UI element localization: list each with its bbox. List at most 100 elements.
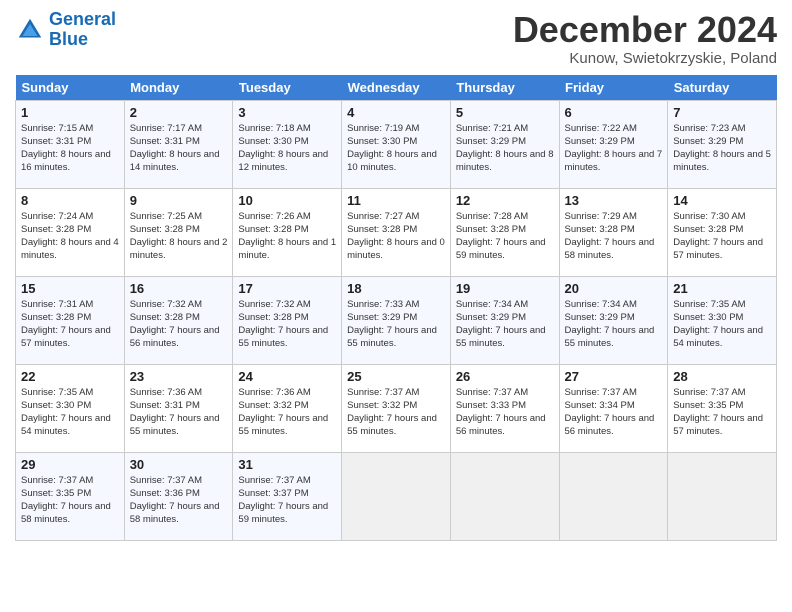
day-info: Sunrise: 7:27 AMSunset: 3:28 PMDaylight:…	[347, 211, 445, 262]
month-title: December 2024	[513, 10, 777, 50]
weekday-header-thursday: Thursday	[450, 75, 559, 101]
day-info: Sunrise: 7:36 AMSunset: 3:31 PMDaylight:…	[130, 387, 220, 438]
calendar-cell: 28 Sunrise: 7:37 AMSunset: 3:35 PMDaylig…	[668, 364, 777, 452]
calendar-header: SundayMondayTuesdayWednesdayThursdayFrid…	[16, 75, 777, 101]
calendar-cell: 18 Sunrise: 7:33 AMSunset: 3:29 PMDaylig…	[342, 276, 451, 364]
day-number: 9	[130, 193, 228, 208]
calendar-cell: 3 Sunrise: 7:18 AMSunset: 3:30 PMDayligh…	[233, 100, 342, 188]
calendar-cell: 27 Sunrise: 7:37 AMSunset: 3:34 PMDaylig…	[559, 364, 668, 452]
weekday-header-monday: Monday	[124, 75, 233, 101]
calendar-cell: 19 Sunrise: 7:34 AMSunset: 3:29 PMDaylig…	[450, 276, 559, 364]
calendar-cell: 8 Sunrise: 7:24 AMSunset: 3:28 PMDayligh…	[16, 188, 125, 276]
day-info: Sunrise: 7:37 AMSunset: 3:32 PMDaylight:…	[347, 387, 437, 438]
calendar-week-2: 8 Sunrise: 7:24 AMSunset: 3:28 PMDayligh…	[16, 188, 777, 276]
calendar-cell: 4 Sunrise: 7:19 AMSunset: 3:30 PMDayligh…	[342, 100, 451, 188]
day-number: 18	[347, 281, 445, 296]
day-info: Sunrise: 7:37 AMSunset: 3:36 PMDaylight:…	[130, 475, 220, 526]
calendar-cell: 31 Sunrise: 7:37 AMSunset: 3:37 PMDaylig…	[233, 452, 342, 540]
logo-icon	[15, 15, 45, 45]
day-info: Sunrise: 7:18 AMSunset: 3:30 PMDaylight:…	[238, 123, 328, 174]
day-number: 10	[238, 193, 336, 208]
day-info: Sunrise: 7:19 AMSunset: 3:30 PMDaylight:…	[347, 123, 437, 174]
day-number: 21	[673, 281, 771, 296]
calendar-week-4: 22 Sunrise: 7:35 AMSunset: 3:30 PMDaylig…	[16, 364, 777, 452]
day-number: 4	[347, 105, 445, 120]
logo: General Blue	[15, 10, 116, 50]
day-info: Sunrise: 7:32 AMSunset: 3:28 PMDaylight:…	[238, 299, 328, 350]
day-info: Sunrise: 7:35 AMSunset: 3:30 PMDaylight:…	[21, 387, 111, 438]
logo-text: General Blue	[49, 10, 116, 50]
day-info: Sunrise: 7:31 AMSunset: 3:28 PMDaylight:…	[21, 299, 111, 350]
calendar-cell	[559, 452, 668, 540]
calendar-body: 1 Sunrise: 7:15 AMSunset: 3:31 PMDayligh…	[16, 100, 777, 540]
calendar-cell: 23 Sunrise: 7:36 AMSunset: 3:31 PMDaylig…	[124, 364, 233, 452]
location: Kunow, Swietokrzyskie, Poland	[513, 50, 777, 67]
calendar-cell: 9 Sunrise: 7:25 AMSunset: 3:28 PMDayligh…	[124, 188, 233, 276]
day-info: Sunrise: 7:22 AMSunset: 3:29 PMDaylight:…	[565, 123, 663, 174]
day-number: 20	[565, 281, 663, 296]
logo-line2: Blue	[49, 29, 88, 49]
calendar-cell: 24 Sunrise: 7:36 AMSunset: 3:32 PMDaylig…	[233, 364, 342, 452]
day-number: 6	[565, 105, 663, 120]
calendar-container: General Blue December 2024 Kunow, Swieto…	[0, 0, 792, 612]
calendar-cell: 1 Sunrise: 7:15 AMSunset: 3:31 PMDayligh…	[16, 100, 125, 188]
day-info: Sunrise: 7:33 AMSunset: 3:29 PMDaylight:…	[347, 299, 437, 350]
day-info: Sunrise: 7:23 AMSunset: 3:29 PMDaylight:…	[673, 123, 771, 174]
calendar-cell: 16 Sunrise: 7:32 AMSunset: 3:28 PMDaylig…	[124, 276, 233, 364]
calendar-cell: 10 Sunrise: 7:26 AMSunset: 3:28 PMDaylig…	[233, 188, 342, 276]
day-number: 22	[21, 369, 119, 384]
calendar-cell: 30 Sunrise: 7:37 AMSunset: 3:36 PMDaylig…	[124, 452, 233, 540]
calendar-cell: 15 Sunrise: 7:31 AMSunset: 3:28 PMDaylig…	[16, 276, 125, 364]
day-number: 11	[347, 193, 445, 208]
day-number: 28	[673, 369, 771, 384]
day-info: Sunrise: 7:35 AMSunset: 3:30 PMDaylight:…	[673, 299, 763, 350]
calendar-week-3: 15 Sunrise: 7:31 AMSunset: 3:28 PMDaylig…	[16, 276, 777, 364]
day-info: Sunrise: 7:28 AMSunset: 3:28 PMDaylight:…	[456, 211, 546, 262]
day-info: Sunrise: 7:37 AMSunset: 3:37 PMDaylight:…	[238, 475, 328, 526]
day-number: 13	[565, 193, 663, 208]
day-info: Sunrise: 7:25 AMSunset: 3:28 PMDaylight:…	[130, 211, 228, 262]
calendar-cell: 11 Sunrise: 7:27 AMSunset: 3:28 PMDaylig…	[342, 188, 451, 276]
day-info: Sunrise: 7:37 AMSunset: 3:33 PMDaylight:…	[456, 387, 546, 438]
day-number: 8	[21, 193, 119, 208]
day-number: 16	[130, 281, 228, 296]
calendar-cell: 17 Sunrise: 7:32 AMSunset: 3:28 PMDaylig…	[233, 276, 342, 364]
calendar-cell: 5 Sunrise: 7:21 AMSunset: 3:29 PMDayligh…	[450, 100, 559, 188]
calendar-table: SundayMondayTuesdayWednesdayThursdayFrid…	[15, 75, 777, 541]
weekday-header-sunday: Sunday	[16, 75, 125, 101]
calendar-cell: 20 Sunrise: 7:34 AMSunset: 3:29 PMDaylig…	[559, 276, 668, 364]
weekday-header-saturday: Saturday	[668, 75, 777, 101]
header: General Blue December 2024 Kunow, Swieto…	[15, 10, 777, 67]
day-info: Sunrise: 7:37 AMSunset: 3:35 PMDaylight:…	[21, 475, 111, 526]
logo-line1: General	[49, 9, 116, 29]
day-info: Sunrise: 7:30 AMSunset: 3:28 PMDaylight:…	[673, 211, 763, 262]
day-info: Sunrise: 7:36 AMSunset: 3:32 PMDaylight:…	[238, 387, 328, 438]
calendar-cell: 7 Sunrise: 7:23 AMSunset: 3:29 PMDayligh…	[668, 100, 777, 188]
day-number: 17	[238, 281, 336, 296]
weekday-header-row: SundayMondayTuesdayWednesdayThursdayFrid…	[16, 75, 777, 101]
day-number: 24	[238, 369, 336, 384]
calendar-cell: 14 Sunrise: 7:30 AMSunset: 3:28 PMDaylig…	[668, 188, 777, 276]
calendar-week-5: 29 Sunrise: 7:37 AMSunset: 3:35 PMDaylig…	[16, 452, 777, 540]
day-info: Sunrise: 7:34 AMSunset: 3:29 PMDaylight:…	[456, 299, 546, 350]
day-info: Sunrise: 7:29 AMSunset: 3:28 PMDaylight:…	[565, 211, 655, 262]
day-info: Sunrise: 7:32 AMSunset: 3:28 PMDaylight:…	[130, 299, 220, 350]
day-number: 30	[130, 457, 228, 472]
calendar-cell: 13 Sunrise: 7:29 AMSunset: 3:28 PMDaylig…	[559, 188, 668, 276]
day-info: Sunrise: 7:21 AMSunset: 3:29 PMDaylight:…	[456, 123, 554, 174]
calendar-cell: 26 Sunrise: 7:37 AMSunset: 3:33 PMDaylig…	[450, 364, 559, 452]
day-info: Sunrise: 7:24 AMSunset: 3:28 PMDaylight:…	[21, 211, 119, 262]
day-number: 31	[238, 457, 336, 472]
day-number: 7	[673, 105, 771, 120]
calendar-cell	[450, 452, 559, 540]
calendar-cell: 12 Sunrise: 7:28 AMSunset: 3:28 PMDaylig…	[450, 188, 559, 276]
day-number: 15	[21, 281, 119, 296]
day-number: 1	[21, 105, 119, 120]
day-info: Sunrise: 7:34 AMSunset: 3:29 PMDaylight:…	[565, 299, 655, 350]
calendar-cell: 21 Sunrise: 7:35 AMSunset: 3:30 PMDaylig…	[668, 276, 777, 364]
day-number: 5	[456, 105, 554, 120]
day-number: 14	[673, 193, 771, 208]
day-number: 12	[456, 193, 554, 208]
calendar-week-1: 1 Sunrise: 7:15 AMSunset: 3:31 PMDayligh…	[16, 100, 777, 188]
calendar-cell: 2 Sunrise: 7:17 AMSunset: 3:31 PMDayligh…	[124, 100, 233, 188]
